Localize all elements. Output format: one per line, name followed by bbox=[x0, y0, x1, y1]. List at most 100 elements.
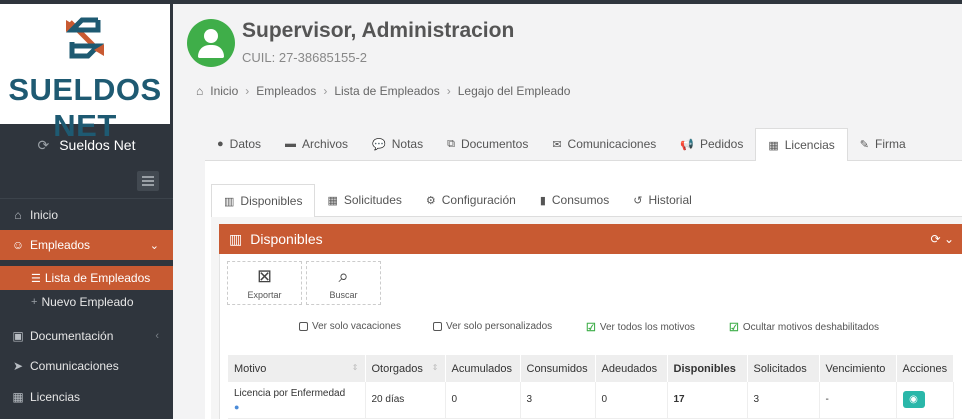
employee-name: Supervisor, Administracion bbox=[242, 19, 515, 42]
sidebar-subitem-nuevo-empleado[interactable]: + Nuevo Empleado bbox=[0, 290, 173, 314]
sidebar-item-label: Comunicaciones bbox=[30, 359, 119, 373]
tab-pedidos[interactable]: 📢 Pedidos bbox=[668, 128, 755, 160]
column-label: Otorgados bbox=[371, 362, 423, 375]
tab-licencias[interactable]: ▦ Licencias bbox=[755, 128, 848, 161]
cell-solicitados: 3 bbox=[747, 382, 820, 419]
cell-disponibles: 17 bbox=[667, 382, 748, 419]
sidebar-item-inicio[interactable]: ⌂ Inicio bbox=[0, 200, 173, 230]
export-label: Exportar bbox=[247, 290, 282, 300]
chevron-down-icon[interactable]: ⌄ bbox=[944, 232, 954, 246]
excel-file-icon: ⊠ bbox=[256, 266, 273, 286]
sidebar-subitem-lista-empleados[interactable]: ☰ Lista de Empleados bbox=[0, 266, 173, 290]
tab-label: Pedidos bbox=[699, 137, 744, 151]
logo-mark-icon bbox=[65, 17, 105, 59]
sidebar-item-label: Empleados bbox=[30, 238, 91, 252]
avatar bbox=[187, 19, 235, 67]
checkbox-unchecked[interactable] bbox=[299, 322, 308, 331]
chevron-right-icon: › bbox=[446, 84, 451, 98]
refresh-icon[interactable]: ⟳ bbox=[931, 232, 941, 246]
panel-tools: ⟳ ⌄ bbox=[931, 232, 954, 246]
history-icon: ↺ bbox=[633, 194, 643, 207]
cell-adeudados: 0 bbox=[595, 382, 668, 419]
column-header-consumidos[interactable]: Consumidos bbox=[520, 355, 596, 382]
tab-label: Disponibles bbox=[240, 194, 303, 208]
search-button[interactable]: ⌕ Buscar bbox=[306, 261, 381, 305]
book-icon: ▮ bbox=[539, 194, 546, 207]
send-icon: ➤ bbox=[12, 359, 24, 373]
tab-label: Comunicaciones bbox=[567, 137, 657, 151]
chevron-right-icon: › bbox=[245, 84, 250, 98]
column-header-adeudados[interactable]: Adeudados bbox=[595, 355, 668, 382]
tab-label: Configuración bbox=[441, 193, 516, 207]
tab-label: Licencias bbox=[784, 138, 835, 152]
sidebar-subitem-label: Lista de Empleados bbox=[44, 271, 151, 285]
sidebar-item-empleados[interactable]: ☺ Empleados ⌄ bbox=[0, 230, 173, 260]
column-header-vencimiento[interactable]: Vencimiento bbox=[819, 355, 897, 382]
subtab-configuracion[interactable]: ⚙ Configuración bbox=[414, 184, 528, 216]
logo[interactable]: SUELDOS NET bbox=[0, 4, 170, 143]
checkbox-checked-icon[interactable]: ☑ bbox=[586, 321, 596, 334]
tab-label: Firma bbox=[875, 137, 906, 151]
view-button[interactable]: ◉ bbox=[902, 391, 925, 409]
sidebar-item-licencias[interactable]: ▦ Licencias bbox=[0, 382, 173, 412]
home-icon: ⌂ bbox=[14, 208, 22, 222]
breadcrumb-item[interactable]: Lista de Empleados bbox=[334, 84, 439, 98]
edit-icon: ✎ bbox=[859, 138, 869, 151]
table-header-row: Motivo ⇕ Otorgados ⇕ Acumulados Consumidos… bbox=[228, 355, 955, 382]
tab-label: Archivos bbox=[302, 137, 349, 151]
subtab-historial[interactable]: ↺ Historial bbox=[621, 184, 704, 216]
checkbox-checked-icon[interactable]: ☑ bbox=[729, 321, 739, 334]
home-icon: ⌂ bbox=[196, 84, 204, 98]
bar-chart-icon: ▥ bbox=[229, 230, 243, 247]
filter-ver-solo-personalizados[interactable]: Ver solo personalizados bbox=[433, 321, 552, 332]
refresh-icon: ⟳ bbox=[37, 136, 50, 153]
column-header-acumulados[interactable]: Acumulados bbox=[445, 355, 521, 382]
tab-documentos[interactable]: ⧉ Documentos bbox=[435, 128, 540, 160]
cell-otorgados: 20 días bbox=[365, 382, 446, 419]
filter-ver-todos-los-motivos[interactable]: ☑ Ver todos los motivos bbox=[586, 321, 695, 334]
bar-chart-icon: ▥ bbox=[224, 195, 235, 208]
user-icon bbox=[204, 29, 218, 43]
menu-toggle-button[interactable] bbox=[137, 171, 159, 191]
archive-icon: ▬ bbox=[285, 138, 297, 150]
tab-label: Historial bbox=[648, 193, 692, 207]
subtab-consumos[interactable]: ▮ Consumos bbox=[528, 184, 621, 216]
breadcrumb: ⌂ Inicio › Empleados › Lista de Empleado… bbox=[196, 84, 570, 98]
calendar-icon: ▦ bbox=[12, 390, 24, 404]
employee-tabs: ● Datos ▬ Archivos 💬 Notas ⧉ Documentos ✉ Com… bbox=[205, 128, 918, 161]
subtab-disponibles[interactable]: ▥ Disponibles bbox=[211, 184, 316, 217]
subtab-solicitudes[interactable]: ▦ Solicitudes bbox=[315, 184, 413, 216]
cell-motivo: Licencia por Enfermedad ● bbox=[228, 382, 366, 419]
sidebar-item-label: Inicio bbox=[30, 208, 59, 222]
breadcrumb-item[interactable]: Empleados bbox=[256, 84, 316, 98]
sidebar-item-comunicaciones[interactable]: ➤ Comunicaciones bbox=[0, 351, 173, 381]
tab-comunicaciones[interactable]: ✉ Comunicaciones bbox=[540, 128, 668, 160]
tab-label: Solicitudes bbox=[343, 193, 402, 207]
checkbox-unchecked[interactable] bbox=[433, 322, 442, 331]
app-brand: ⟳ Sueldos Net bbox=[0, 124, 173, 166]
tab-firma[interactable]: ✎ Firma bbox=[848, 128, 918, 160]
column-header-disponibles[interactable]: Disponibles bbox=[667, 355, 748, 382]
table-row: Licencia por Enfermedad ● 20 días 0 3 0 … bbox=[228, 382, 955, 419]
filter-ocultar-deshabilitados[interactable]: ☑ Ocultar motivos deshabilitados bbox=[729, 321, 879, 334]
plus-icon: + bbox=[31, 296, 38, 308]
cell-vencimiento: - bbox=[819, 382, 897, 419]
tab-archivos[interactable]: ▬ Archivos bbox=[273, 128, 360, 160]
search-label: Buscar bbox=[329, 290, 358, 300]
tab-notas[interactable]: 💬 Notas bbox=[360, 128, 435, 160]
sidebar-item-label: Licencias bbox=[30, 390, 81, 404]
chevron-down-icon: ⌄ bbox=[149, 239, 159, 252]
column-header-motivo[interactable]: Motivo ⇕ bbox=[228, 355, 366, 382]
sidebar-divider bbox=[0, 198, 173, 199]
disponibles-table: Motivo ⇕ Otorgados ⇕ Acumulados Consumidos… bbox=[228, 355, 955, 419]
tab-label: Datos bbox=[229, 137, 262, 151]
tabs-divider bbox=[205, 160, 962, 161]
export-button[interactable]: ⊠ Exportar bbox=[227, 261, 302, 305]
column-header-solicitados[interactable]: Solicitados bbox=[747, 355, 820, 382]
filter-ver-solo-vacaciones[interactable]: Ver solo vacaciones bbox=[299, 321, 401, 332]
tab-datos[interactable]: ● Datos bbox=[205, 128, 273, 160]
breadcrumb-item[interactable]: Inicio bbox=[210, 84, 238, 98]
column-header-otorgados[interactable]: Otorgados ⇕ bbox=[365, 355, 446, 382]
gear-icon: ⚙ bbox=[425, 194, 436, 207]
disponibles-header: ▥ Disponibles ⟳ ⌄ bbox=[219, 224, 962, 254]
